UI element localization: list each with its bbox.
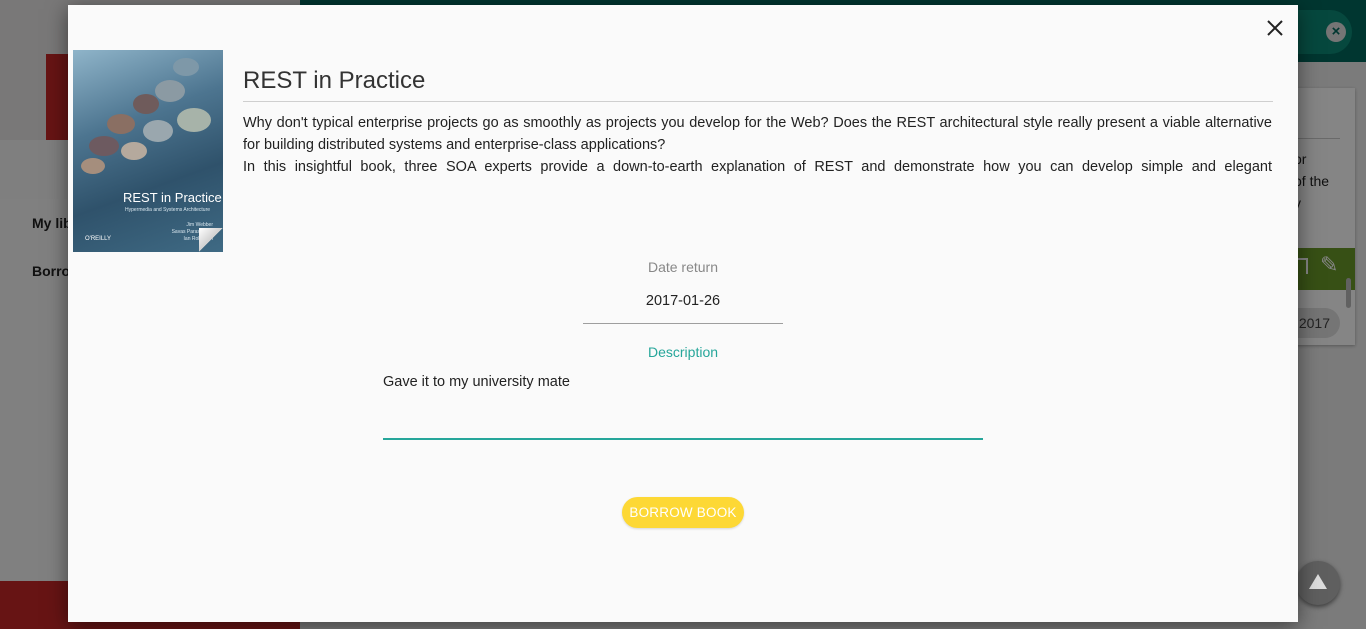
date-return-underline [583, 323, 783, 324]
close-icon[interactable] [1264, 17, 1286, 39]
cover-publisher-logo: O'REILLY [85, 236, 112, 242]
title-divider [243, 101, 1273, 102]
description-label: Description [647, 344, 719, 360]
date-return-field[interactable]: 2017-01-26 [583, 293, 783, 309]
description-field[interactable]: Gave it to my university mate [383, 373, 983, 440]
book-dialog: REST in Practice Hypermedia and Systems … [68, 5, 1298, 622]
arrow-up-icon [1309, 574, 1327, 589]
scroll-top-button[interactable] [1296, 561, 1340, 605]
date-return-label: Date return [647, 259, 719, 275]
description-paragraph: Why don't typical enterprise projects go… [243, 115, 1272, 153]
page-curl [199, 228, 223, 252]
cover-title: REST in Practice [123, 190, 222, 205]
cover-subtitle: Hypermedia and Systems Architecture [125, 207, 211, 213]
book-title: REST in Practice [243, 67, 426, 94]
description-paragraph: In this insightful book, three SOA exper… [243, 159, 1272, 175]
borrow-book-button[interactable]: BORROW BOOK [622, 497, 744, 528]
book-description: Why don't typical enterprise projects go… [243, 112, 1272, 178]
book-cover-image: REST in Practice Hypermedia and Systems … [73, 50, 223, 252]
